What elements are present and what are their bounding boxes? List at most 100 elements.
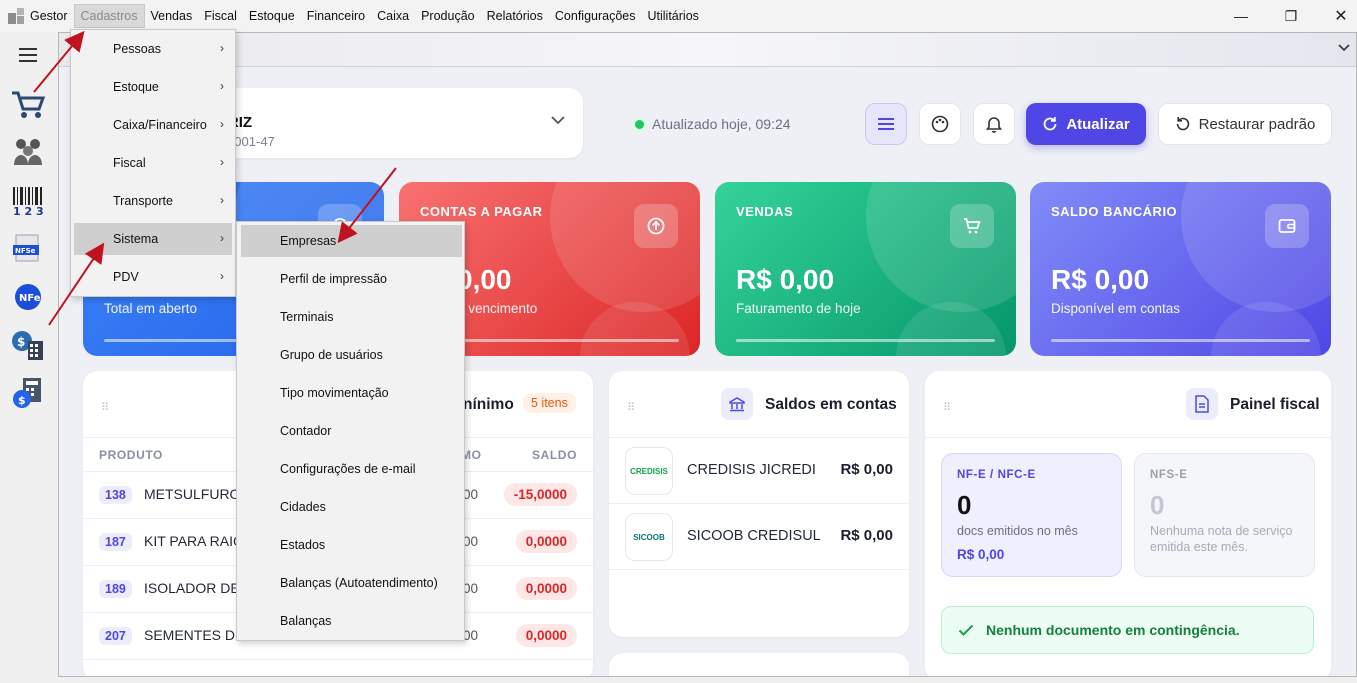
app-logo-icon xyxy=(8,8,24,24)
card-sales[interactable]: VENDAS R$ 0,00 Faturamento de hoje xyxy=(715,182,1016,356)
panel-partial xyxy=(609,653,909,676)
card-value: R$ 0,00 xyxy=(736,264,835,295)
card-bank-balance[interactable]: SALDO BANCÁRIO R$ 0,00 Disponível em con… xyxy=(1030,182,1331,356)
count-badge: 5 itens xyxy=(523,393,576,413)
product-min: 00 xyxy=(463,487,479,502)
bell-button[interactable] xyxy=(973,103,1015,145)
nfse-icon[interactable]: NFSe xyxy=(9,230,47,268)
chevron-right-icon: › xyxy=(220,193,224,207)
submenu-item-label: Contador xyxy=(280,424,332,438)
menu-configuracoes[interactable]: Configurações xyxy=(549,5,642,27)
card-progress xyxy=(1051,339,1310,342)
cashier-icon[interactable]: $ xyxy=(9,326,47,364)
card-value: 0,00 xyxy=(457,264,512,295)
bank-icon xyxy=(721,388,753,420)
menu-item-sistema[interactable]: Sistema › xyxy=(74,223,232,255)
customers-icon[interactable] xyxy=(9,132,47,170)
nfe-box[interactable]: NF-E / NFC-E 0 docs emitidos no mês R$ 0… xyxy=(941,453,1122,577)
drag-handle-icon[interactable]: ⠿ xyxy=(627,401,635,414)
submenu-item-label: Balanças xyxy=(280,614,332,628)
chevron-down-icon[interactable] xyxy=(1338,41,1350,55)
drag-handle-icon[interactable]: ⠿ xyxy=(101,401,109,414)
minimize-button[interactable]: — xyxy=(1216,0,1266,32)
sistema-submenu: Empresas Perfil de impressão Terminais G… xyxy=(236,221,465,641)
submenu-item-contador[interactable]: Contador xyxy=(241,415,462,447)
submenu-item-cidades[interactable]: Cidades xyxy=(241,491,462,523)
refresh-button[interactable]: Atualizar xyxy=(1026,103,1146,145)
nfe-icon[interactable]: NFe xyxy=(9,278,47,316)
chevron-right-icon: › xyxy=(220,41,224,55)
bank-logo: CREDISIS xyxy=(625,447,673,495)
chevron-right-icon: › xyxy=(220,79,224,93)
submenu-item-balancas-auto[interactable]: Balanças (Autoatendimento) xyxy=(241,567,462,599)
account-name: SICOOB CREDISUL xyxy=(687,528,821,544)
close-button[interactable]: ✕ xyxy=(1316,0,1357,32)
menu-item-transporte[interactable]: Transporte › xyxy=(74,185,232,217)
menu-item-caixa-financeiro[interactable]: Caixa/Financeiro › xyxy=(74,109,232,141)
nfse-box[interactable]: NFS-E 0 Nenhuma nota de serviço emitida … xyxy=(1134,453,1315,577)
chevron-right-icon: › xyxy=(220,117,224,131)
menu-vendas[interactable]: Vendas xyxy=(145,5,199,27)
account-row[interactable]: CREDISIS CREDISIS JICREDI R$ 0,00 xyxy=(609,438,909,504)
card-value: R$ 0,00 xyxy=(1051,264,1150,295)
submenu-item-tipo-movimentacao[interactable]: Tipo movimentação xyxy=(241,377,462,409)
restore-default-label: Restaurar padrão xyxy=(1198,115,1316,133)
restore-button[interactable]: ❐ xyxy=(1266,0,1316,32)
nfse-label: NFS-E xyxy=(1150,469,1188,481)
status-dot-icon xyxy=(635,119,644,129)
product-min: 00 xyxy=(463,581,479,596)
menu-caixa[interactable]: Caixa xyxy=(371,5,415,27)
menu-estoque[interactable]: Estoque xyxy=(243,5,301,27)
column-header-product[interactable]: PRODUTO xyxy=(99,448,163,462)
menu-financeiro[interactable]: Financeiro xyxy=(301,5,371,27)
submenu-item-estados[interactable]: Estados xyxy=(241,529,462,561)
product-balance: 0,0000 xyxy=(515,624,577,647)
drag-handle-icon[interactable]: ⠿ xyxy=(943,401,951,414)
card-title: VENDAS xyxy=(736,204,794,219)
check-icon xyxy=(958,624,974,636)
cart-icon[interactable] xyxy=(9,86,47,124)
chevron-right-icon: › xyxy=(220,155,224,169)
menu-cadastros[interactable]: Cadastros xyxy=(73,4,145,28)
undo-icon xyxy=(1176,117,1189,131)
restore-default-button[interactable]: Restaurar padrão xyxy=(1158,103,1332,145)
product-min: 00 xyxy=(463,628,479,643)
menu-relatorios[interactable]: Relatórios xyxy=(481,5,549,27)
submenu-item-empresas[interactable]: Empresas xyxy=(241,225,462,257)
layout-menu-button[interactable] xyxy=(865,103,907,145)
submenu-item-label: Estados xyxy=(280,538,326,552)
refresh-label: Atualizar xyxy=(1066,115,1130,133)
menu-producao[interactable]: Produção xyxy=(415,5,481,27)
submenu-item-grupo-usuarios[interactable]: Grupo de usuários xyxy=(241,339,462,371)
product-code: 207 xyxy=(99,627,132,645)
hamburger-menu-icon[interactable] xyxy=(9,36,47,74)
account-row[interactable]: SICOOB SICOOB CREDISUL R$ 0,00 xyxy=(609,504,909,570)
menu-utilitarios[interactable]: Utilitários xyxy=(642,5,705,27)
submenu-item-label: Perfil de impressão xyxy=(280,272,387,286)
product-name: KIT PARA RAIO xyxy=(144,533,244,549)
submenu-item-terminais[interactable]: Terminais xyxy=(241,301,462,333)
svg-text:NFe: NFe xyxy=(19,293,41,304)
submenu-item-config-email[interactable]: Configurações de e-mail xyxy=(241,453,462,485)
barcode-icon[interactable]: 1 2 3 xyxy=(9,182,47,220)
submenu-item-perfil-impressao[interactable]: Perfil de impressão xyxy=(241,263,462,295)
fiscal-panel: ⠿ Painel fiscal NF-E / NFC-E 0 docs emit… xyxy=(925,371,1331,676)
contingency-text: Nenhum documento em contingência. xyxy=(986,622,1240,638)
submenu-item-label: Grupo de usuários xyxy=(280,348,383,362)
bank-logo: SICOOB xyxy=(625,513,673,561)
chevron-right-icon: › xyxy=(220,269,224,283)
menu-item-fiscal[interactable]: Fiscal › xyxy=(74,147,232,179)
menu-item-pessoas[interactable]: Pessoas › xyxy=(74,33,232,65)
menu-item-estoque[interactable]: Estoque › xyxy=(74,71,232,103)
submenu-item-balancas[interactable]: Balanças xyxy=(241,605,462,637)
left-toolbar: 1 2 3 NFSe NFe $ $ xyxy=(0,32,58,683)
panel-title: nínimo xyxy=(463,396,514,413)
menu-item-pdv[interactable]: PDV › xyxy=(74,261,232,293)
menu-fiscal[interactable]: Fiscal xyxy=(198,5,243,27)
column-header-balance[interactable]: SALDO xyxy=(532,448,577,462)
account-balance: R$ 0,00 xyxy=(840,461,893,478)
finance-icon[interactable]: $ xyxy=(9,374,47,412)
chevron-right-icon: › xyxy=(220,231,224,245)
palette-button[interactable] xyxy=(919,103,961,145)
submenu-item-label: Terminais xyxy=(280,310,334,324)
